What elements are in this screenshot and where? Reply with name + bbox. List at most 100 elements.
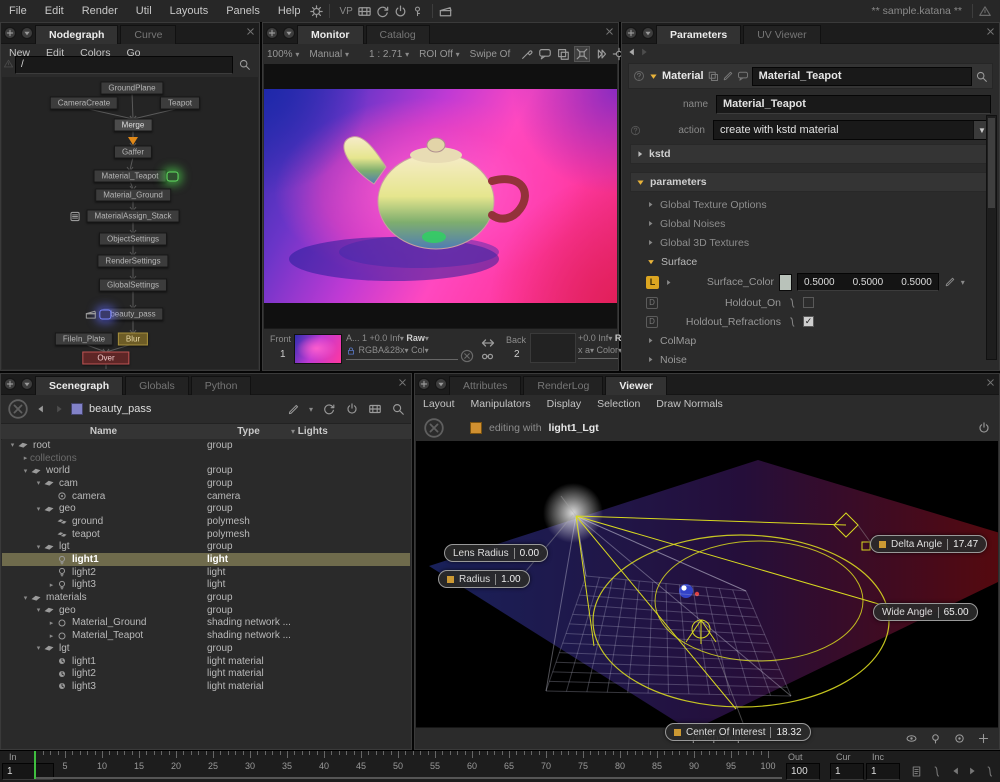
expander-icon[interactable]: ▾ [34, 505, 43, 513]
surface-group[interactable]: Surface [646, 252, 991, 271]
node-blur[interactable]: Blur [118, 333, 148, 346]
keyframe-icon[interactable] [786, 297, 798, 309]
scenegraph-row-material_teapot[interactable]: ▸Material_Teapotshading network ... [2, 629, 410, 642]
kstd-group[interactable]: kstd [630, 144, 991, 164]
manipulator-pill-lens-radius[interactable]: Lens Radius0.00 [444, 544, 548, 562]
close-icon[interactable] [604, 26, 615, 37]
roi-select[interactable]: ROI Off ▾ [419, 49, 460, 60]
holdout-on-checkbox[interactable] [803, 297, 814, 308]
manipulator-pill-radius[interactable]: Radius1.00 [438, 570, 530, 588]
menu-render[interactable]: Render [73, 5, 127, 17]
noise-group[interactable]: Noise [646, 350, 991, 369]
look-through-icon[interactable] [953, 732, 966, 745]
warning-icon[interactable] [978, 4, 992, 18]
expander-icon[interactable]: ▸ [47, 632, 56, 640]
node-objectsettings[interactable]: ObjectSettings [99, 233, 167, 246]
close-icon[interactable] [245, 26, 256, 37]
expand-icon[interactable] [574, 46, 590, 62]
scenegraph-row-ground[interactable]: groundpolymesh [2, 515, 410, 528]
node-material_teapot[interactable]: Material_Teapot [94, 170, 167, 183]
comment-icon[interactable] [737, 70, 749, 82]
film-icon[interactable] [357, 4, 372, 19]
menu-help[interactable]: Help [269, 5, 310, 17]
pane-menu-button[interactable] [20, 377, 34, 391]
power-icon[interactable] [977, 421, 991, 435]
scenegraph-row-light1[interactable]: light1light [2, 553, 410, 566]
timeline-scroll-track[interactable] [36, 777, 782, 779]
default-badge[interactable]: D [646, 316, 658, 328]
flipbook-icon[interactable] [910, 765, 923, 778]
node-rendersettings[interactable]: RenderSettings [97, 255, 168, 268]
color-swatch[interactable] [779, 274, 792, 291]
scenegraph-row-camera[interactable]: cameracamera [2, 490, 410, 503]
default-badge[interactable]: D [646, 297, 658, 309]
back-thumbnail[interactable] [530, 333, 576, 363]
gear-icon[interactable] [309, 4, 324, 19]
name-field[interactable]: Material_Teapot [716, 95, 991, 114]
working-set-name[interactable]: beauty_pass [89, 403, 151, 415]
clear-front-icon[interactable] [460, 349, 474, 363]
node-filein_plate[interactable]: FileIn_Plate [55, 333, 113, 346]
node-material_ground[interactable]: Material_Ground [95, 189, 171, 202]
viewer-menu-draw-normals[interactable]: Draw Normals [648, 398, 731, 410]
edit-icon[interactable] [944, 276, 956, 288]
column-name[interactable]: Name [1, 426, 206, 437]
eyedropper-icon[interactable] [520, 47, 534, 61]
aspect-select[interactable]: 1 : 2.71 ▾ [369, 49, 409, 60]
back-icon[interactable] [626, 46, 638, 58]
scrollbar-thumb[interactable] [988, 118, 995, 208]
tab-globals[interactable]: Globals [125, 376, 189, 395]
action-select[interactable]: create with kstd material ▼ [713, 120, 991, 140]
front-filter[interactable]: Inf [390, 333, 400, 343]
scenegraph-row-collections[interactable]: ▸collections [2, 452, 410, 465]
expander-icon[interactable]: ▾ [21, 467, 30, 475]
front-slider[interactable] [346, 359, 458, 360]
keyframe-icon[interactable] [786, 316, 798, 328]
refresh-icon[interactable] [375, 4, 390, 19]
add-icon[interactable] [977, 732, 990, 745]
layers-icon[interactable] [556, 47, 570, 61]
clear-scene-icon[interactable] [7, 398, 29, 420]
expander-icon[interactable] [648, 71, 659, 82]
scenegraph-row-lgt[interactable]: ▾lgtgroup [2, 642, 410, 655]
menu-layouts[interactable]: Layouts [161, 5, 218, 17]
manipulator-pill-center-of-interest[interactable]: Center Of Interest18.32 [665, 723, 811, 741]
help-icon[interactable] [633, 70, 645, 82]
tab-catalog[interactable]: Catalog [366, 25, 430, 44]
lock-icon[interactable] [346, 346, 356, 356]
clapper-icon[interactable] [438, 4, 453, 19]
colmap-group[interactable]: ColMap [646, 331, 991, 350]
cur-field[interactable]: 1 [830, 763, 864, 780]
close-icon[interactable] [985, 26, 996, 37]
manipulator-pill-wide-angle[interactable]: Wide Angle65.00 [873, 603, 978, 621]
refresh-icon[interactable] [322, 402, 336, 416]
menu-util[interactable]: Util [127, 5, 161, 17]
forward-icon[interactable] [638, 46, 650, 58]
visibility-icon[interactable] [905, 732, 918, 745]
pane-menu-button[interactable] [434, 377, 448, 391]
color-values[interactable]: 0.5000 0.5000 0.5000 [797, 273, 939, 291]
holdout-refractions-checkbox[interactable] [803, 316, 814, 327]
expander-icon[interactable]: ▸ [47, 619, 56, 627]
edit-icon[interactable] [722, 70, 734, 82]
editing-target[interactable]: light1_Lgt [549, 422, 599, 434]
scenegraph-row-light3[interactable]: ▸light3light [2, 579, 410, 592]
scenegraph-row-world[interactable]: ▾worldgroup [2, 464, 410, 477]
back-slider[interactable] [578, 358, 618, 359]
edit-icon[interactable] [287, 403, 300, 416]
nodegraph-canvas[interactable]: GroundPlaneCameraCreateTeapotMergeGaffer… [2, 77, 258, 369]
scenegraph-row-root[interactable]: ▾rootgroup [2, 439, 410, 452]
node-name-input[interactable]: Material_Teapot [752, 67, 972, 86]
power-icon[interactable] [393, 4, 408, 19]
material-node-header[interactable]: Material Material_Teapot [628, 63, 993, 89]
expander-icon[interactable]: ▾ [8, 441, 17, 449]
add-pane-button[interactable] [417, 377, 431, 391]
tab-python[interactable]: Python [191, 376, 252, 395]
inc-field[interactable]: 1 [866, 763, 900, 780]
viewer-menu-layout[interactable]: Layout [415, 398, 463, 410]
add-pane-button[interactable] [624, 26, 638, 40]
shelf-icon[interactable] [707, 70, 719, 82]
search-icon[interactable] [975, 70, 988, 83]
add-pane-button[interactable] [265, 26, 279, 40]
expander-icon[interactable] [664, 278, 673, 287]
